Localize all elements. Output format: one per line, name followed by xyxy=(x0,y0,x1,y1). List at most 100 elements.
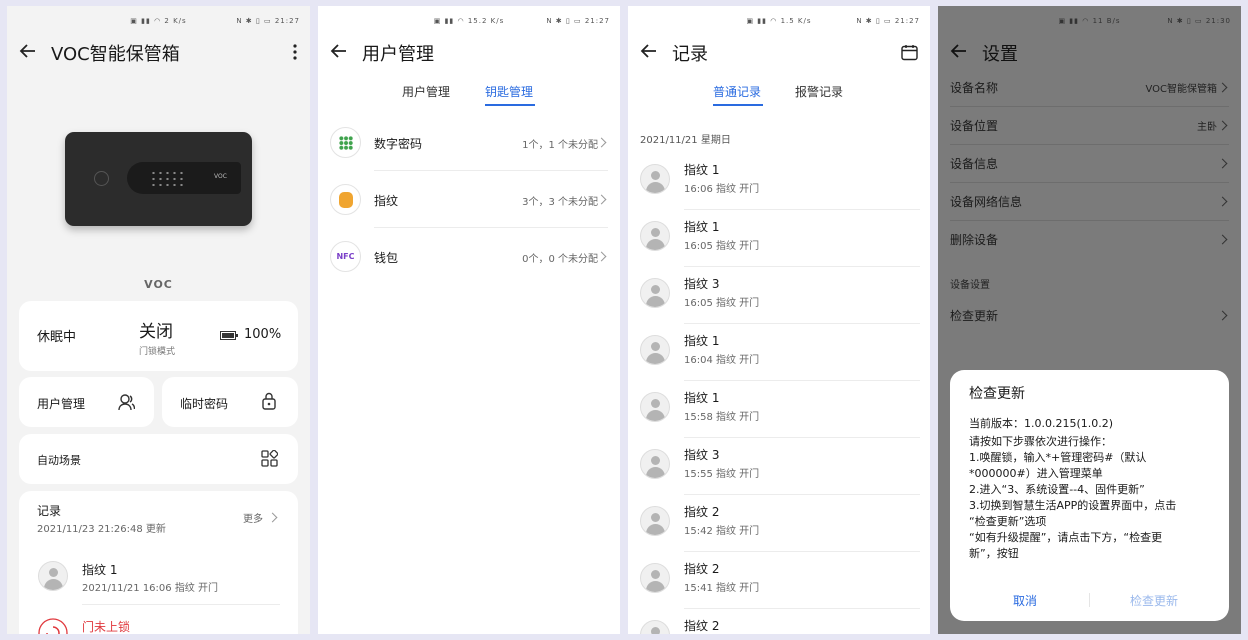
setting-value: 主卧 xyxy=(1197,122,1217,133)
lock-mode: 门锁模式 xyxy=(139,347,176,357)
alert-icon xyxy=(38,618,68,634)
setting-device-name[interactable]: 设备名称 VOC智能保管箱 xyxy=(938,69,1241,107)
status-right: N ✱ ▯ ▭ 21:27 xyxy=(546,17,610,25)
chevron-right-icon xyxy=(1217,158,1228,169)
setting-label: 设备位置 xyxy=(950,119,999,133)
brand-logo: VOC xyxy=(144,278,173,291)
setting-check-update[interactable]: 检查更新 xyxy=(938,297,1241,335)
tab-alarm-records[interactable]: 报警记录 xyxy=(795,83,843,100)
back-arrow-icon[interactable] xyxy=(19,42,37,60)
lock-icon xyxy=(262,392,276,410)
dialog-cancel-button[interactable]: 取消 xyxy=(1013,592,1037,609)
record-item[interactable]: 指纹 2 15:41 指纹 开门 xyxy=(628,552,930,609)
nfc-badge: NFC xyxy=(336,252,355,261)
record-time: 16:04 指纹 开门 xyxy=(684,355,760,366)
chevron-right-icon xyxy=(596,251,607,262)
record-time: 16:05 指纹 开门 xyxy=(684,241,760,252)
net-speed: 11 B/s xyxy=(1092,17,1121,25)
record-item[interactable]: 指纹 1 16:06 指纹 开门 xyxy=(628,153,930,210)
setting-device-info[interactable]: 设备信息 xyxy=(938,145,1241,183)
status-right: N ✱ ▯ ▭ 21:27 xyxy=(856,17,920,25)
status-bar: ▣ ▮▮ ◠ 11 B/s N ✱ ▯ ▭ 21:30 xyxy=(938,17,1241,29)
tab-indicator xyxy=(485,104,535,106)
key-count: 1个，1 个未分配 xyxy=(522,140,598,151)
record-item[interactable]: 指纹 1 15:58 指纹 开门 xyxy=(628,381,930,438)
tab-indicator xyxy=(713,104,763,106)
user-mgmt-label: 用户管理 xyxy=(37,397,86,411)
chevron-right-icon xyxy=(596,194,607,205)
instruction-line: 请按如下步骤依次进行操作： xyxy=(969,435,1112,448)
page-title: 记录 xyxy=(672,44,708,65)
status-right: N ✱ ▯ ▭ 21:30 xyxy=(1167,17,1231,25)
setting-network-info[interactable]: 设备网络信息 xyxy=(938,183,1241,221)
record-item[interactable]: 指纹 1 16:04 指纹 开门 xyxy=(628,324,930,381)
auto-scene-card[interactable]: 自动场景 xyxy=(19,434,298,484)
record-item[interactable]: 指纹 3 16:05 指纹 开门 xyxy=(628,267,930,324)
record-time: 16:06 指纹 开门 xyxy=(684,184,760,195)
back-arrow-icon[interactable] xyxy=(640,42,658,60)
setting-device-location[interactable]: 设备位置 主卧 xyxy=(938,107,1241,145)
user-mgmt-card[interactable]: 用户管理 xyxy=(19,377,154,427)
instruction-line: 2.进入“3、系统设置--4、固件更新” xyxy=(969,483,1145,496)
dialog-instructions: 请按如下步骤依次进行操作： 1.唤醒锁，输入*+管理密码#（默认 *000000… xyxy=(969,434,1176,562)
chevron-right-icon xyxy=(1217,82,1228,93)
record-time: 16:05 指纹 开门 xyxy=(684,298,760,309)
key-count: 3个，3 个未分配 xyxy=(522,197,598,208)
chevron-right-icon xyxy=(1217,310,1228,321)
clock: 21:27 xyxy=(894,17,920,25)
keypad-icon xyxy=(330,127,361,158)
avatar-icon xyxy=(640,278,670,308)
records-card[interactable]: 记录 2021/11/23 21:26:48 更新 更多 指纹 1 2021/1… xyxy=(19,491,298,634)
settings-screen: ▣ ▮▮ ◠ 11 B/s N ✱ ▯ ▭ 21:30 设置 设备名称 VOC智能… xyxy=(938,6,1241,634)
back-arrow-icon[interactable] xyxy=(950,42,968,60)
record-name: 指纹 2 xyxy=(684,562,720,576)
tab-user-management[interactable]: 用户管理 xyxy=(402,83,450,100)
temp-password-card[interactable]: 临时密码 xyxy=(162,377,298,427)
back-arrow-icon[interactable] xyxy=(330,42,348,60)
fingerprint-icon xyxy=(330,184,361,215)
net-speed: 1.5 K/s xyxy=(780,17,812,25)
app-bar: 设置 xyxy=(938,36,1241,68)
record-item[interactable]: 指纹 3 15:55 指纹 开门 xyxy=(628,438,930,495)
instruction-line: 新”，按钮 xyxy=(969,547,1019,560)
key-count: 0个，0 个未分配 xyxy=(522,254,598,265)
record-item[interactable]: 指纹 2 15:42 指纹 开门 xyxy=(628,495,930,552)
net-speed: 15.2 K/s xyxy=(467,17,505,25)
instruction-line: 3.切换到智慧生活APP的设置界面中，点击 xyxy=(969,499,1177,512)
record-time: 15:55 指纹 开门 xyxy=(684,469,760,480)
avatar-icon xyxy=(640,506,670,536)
key-name: 钱包 xyxy=(374,251,399,265)
avatar-icon xyxy=(38,561,68,591)
calendar-icon[interactable] xyxy=(901,44,918,61)
key-item-pin[interactable]: 数字密码 1个，1 个未分配 xyxy=(318,114,620,171)
setting-value: VOC智能保管箱 xyxy=(1145,84,1217,95)
record-name: 指纹 1 xyxy=(684,334,720,348)
record-item[interactable]: 指纹 2 xyxy=(628,609,930,634)
setting-label: 检查更新 xyxy=(950,309,999,323)
dialog-check-update-button[interactable]: 检查更新 xyxy=(1130,592,1178,609)
box-logo: VOC xyxy=(214,173,227,180)
record-time: 15:58 指纹 开门 xyxy=(684,412,760,423)
avatar-icon xyxy=(640,392,670,422)
record-name: 指纹 2 xyxy=(684,505,720,519)
more-link[interactable]: 更多 xyxy=(243,510,263,525)
grid-icon xyxy=(261,450,278,467)
status-bar: ▣ ▮▮ ◠ 2 K/s N ✱ ▯ ▭ 21:27 xyxy=(7,17,310,29)
status-bar: ▣ ▮▮ ◠ 1.5 K/s N ✱ ▯ ▭ 21:27 xyxy=(628,17,930,29)
clock: 21:27 xyxy=(584,17,610,25)
key-item-wallet[interactable]: NFC 钱包 0个，0 个未分配 xyxy=(318,228,620,285)
tab-key-management[interactable]: 钥匙管理 xyxy=(485,83,533,100)
record-name: 指纹 3 xyxy=(684,277,720,291)
record-item[interactable]: 指纹 1 16:05 指纹 开门 xyxy=(628,210,930,267)
sleep-status: 休眠中 xyxy=(37,330,77,345)
tab-normal-records[interactable]: 普通记录 xyxy=(713,83,761,100)
key-item-fingerprint[interactable]: 指纹 3个，3 个未分配 xyxy=(318,171,620,228)
app-bar: 用户管理 xyxy=(318,36,620,68)
safe-box-image: VOC xyxy=(65,132,252,226)
more-vert-icon[interactable] xyxy=(288,43,302,61)
records-title: 记录 xyxy=(37,504,62,518)
setting-delete-device[interactable]: 删除设备 xyxy=(938,221,1241,259)
status-card: 休眠中 关闭 门锁模式 100% xyxy=(19,301,298,371)
alert-text: 门未上锁 xyxy=(82,620,131,634)
avatar-icon xyxy=(640,164,670,194)
